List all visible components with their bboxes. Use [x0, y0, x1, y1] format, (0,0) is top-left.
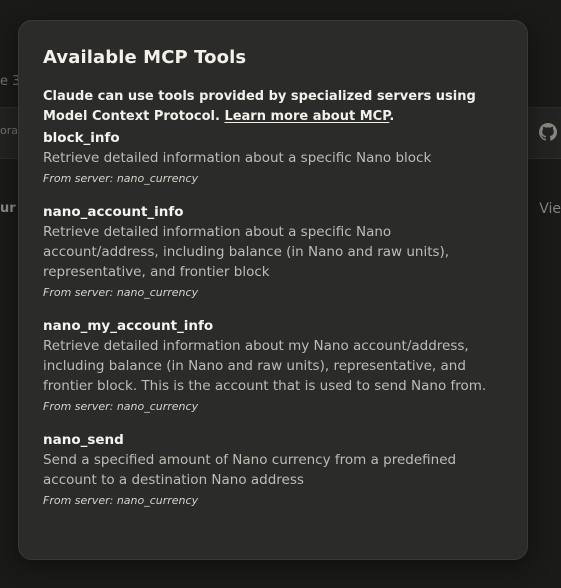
tool-server: From server: nano_currency [43, 494, 199, 507]
tool-name: nano_send [43, 432, 124, 448]
background-text-fragment: ora [0, 124, 18, 137]
tool-description: Retrieve detailed information about a sp… [43, 224, 450, 280]
tool-name: nano_account_info [43, 204, 184, 220]
dialog-title: Available MCP Tools [43, 47, 247, 68]
tool-item-nano-my-account-info: nano_my_account_info Retrieve detailed i… [43, 317, 507, 415]
tool-server: From server: nano_currency [43, 286, 199, 299]
mcp-tools-dialog: Available MCP Tools Claude can use tools… [18, 20, 528, 560]
tool-name: block_info [43, 130, 120, 146]
background-view-link[interactable]: Vie [539, 201, 561, 217]
tool-item-nano-account-info: nano_account_info Retrieve detailed info… [43, 203, 507, 301]
github-icon[interactable] [539, 123, 557, 141]
learn-more-link[interactable]: Learn more about MCP [224, 109, 389, 124]
intro-period: . [389, 109, 395, 124]
tool-description: Retrieve detailed information about a sp… [43, 150, 432, 166]
dialog-content: Available MCP Tools Claude can use tools… [43, 47, 507, 509]
tool-description: Retrieve detailed information about my N… [43, 338, 487, 394]
tool-name: nano_my_account_info [43, 318, 214, 334]
tool-item-nano-send: nano_send Send a specified amount of Nan… [43, 431, 507, 509]
tool-item-block-info: block_info Retrieve detailed information… [43, 129, 507, 187]
dialog-intro: Claude can use tools provided by special… [43, 87, 507, 127]
tool-server: From server: nano_currency [43, 400, 199, 413]
tool-server: From server: nano_currency [43, 172, 199, 185]
tool-description: Send a specified amount of Nano currency… [43, 452, 457, 488]
